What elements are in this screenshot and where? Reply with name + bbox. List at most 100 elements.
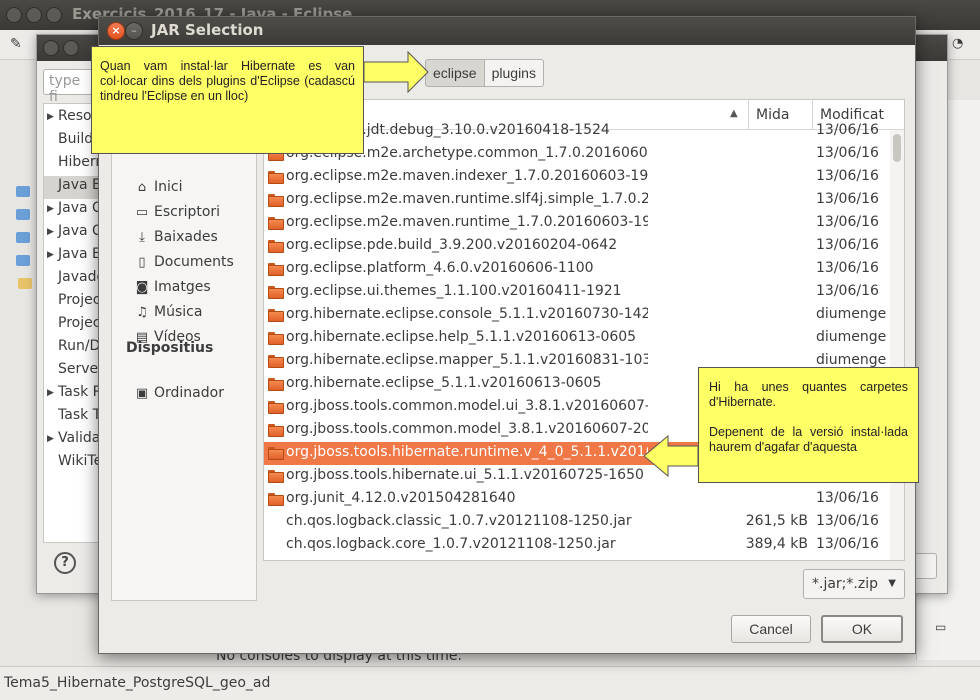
folder-icon — [268, 447, 284, 460]
folder-icon — [268, 470, 284, 483]
file-row[interactable]: org.hibernate.eclipse.console_5.1.1.v201… — [264, 304, 890, 327]
preferences-tree[interactable]: ▶ Resou Builde Hibern Java B ▶ Java C ▶ Java C ▶ J… — [43, 103, 103, 543]
file-row[interactable]: org.eclipse.m2e.maven.indexer_1.7.0.2016… — [264, 166, 890, 189]
place-label: Baixades — [154, 229, 218, 245]
minimize-icon[interactable] — [26, 7, 42, 23]
minimize-icon[interactable] — [63, 40, 79, 56]
file-row[interactable]: org.eclipse.pde.build_3.9.200.v20160204-… — [264, 235, 890, 258]
file-row[interactable]: org.eclipse.m2e.maven.runtime.slf4j.simp… — [264, 189, 890, 212]
place-item[interactable]: ▭ Escriptori — [134, 201, 220, 223]
file-name: org.junit_4.12.0.v201504281640 — [286, 490, 516, 506]
place-item[interactable]: ♫ Música — [134, 301, 202, 323]
place-item[interactable]: ▯ Documents — [134, 251, 233, 273]
file-name: org.hibernate.eclipse.help_5.1.1.v201606… — [286, 329, 637, 345]
expand-arrow-icon[interactable]: ▶ — [47, 388, 54, 398]
file-list[interactable]: Nom ▲ Mida Modificat org.eclipse.jdt.deb… — [263, 99, 905, 561]
preferences-tree-item[interactable]: Java C — [58, 223, 102, 239]
computer-icon: ▣ — [135, 385, 149, 401]
file-name: ch.qos.logback.classic_1.0.7.v20121108-1… — [286, 513, 632, 529]
device-label: Ordinador — [154, 385, 224, 401]
expand-arrow-icon[interactable]: ▶ — [47, 250, 54, 260]
place-item[interactable]: ⌂ Inici — [134, 176, 183, 198]
preferences-tree-item[interactable]: Java B — [58, 177, 102, 193]
place-item[interactable]: ▤ Vídeos — [134, 326, 201, 348]
status-bar: Tema5_Hibernate_PostgreSQL_geo_ad — [0, 666, 980, 700]
folder-icon — [268, 171, 284, 184]
file-filter-select[interactable]: *.jar;*.zip ▼ — [803, 569, 905, 599]
folder-icon — [268, 332, 284, 345]
cancel-button[interactable]: Cancel — [731, 615, 811, 643]
path-segment-plugins[interactable]: plugins — [484, 59, 544, 87]
preferences-tree-item[interactable]: Task T — [58, 407, 101, 423]
preferences-tree-item[interactable]: Projec — [58, 315, 100, 331]
path-bar: eclipse plugins — [425, 59, 544, 87]
expand-arrow-icon[interactable]: ▶ — [47, 112, 54, 122]
folder-icon — [268, 378, 284, 391]
minimize-icon[interactable]: – — [125, 22, 143, 40]
perspective-icon[interactable]: ◔ — [952, 36, 963, 51]
new-icon[interactable]: ✎ — [10, 36, 22, 52]
file-row[interactable]: org.junit_4.12.0.v201504281640 13/06/16 — [264, 488, 890, 511]
file-name: org.eclipse.m2e.maven.runtime_1.7.0.2016… — [286, 214, 648, 230]
file-modified: diumenge — [816, 306, 887, 322]
ok-button[interactable]: OK — [821, 615, 903, 643]
preferences-tree-item[interactable]: Java C — [58, 200, 102, 216]
help-icon[interactable]: ? — [54, 552, 76, 574]
expand-arrow-icon[interactable]: ▶ — [47, 204, 54, 214]
close-icon[interactable] — [43, 40, 59, 56]
preferences-filter-input[interactable]: type fi — [43, 69, 97, 105]
preferences-tree-item[interactable]: Run/D — [58, 338, 100, 354]
path-segment-eclipse[interactable]: eclipse — [425, 59, 485, 87]
preferences-tree-item[interactable]: Javado — [58, 269, 102, 285]
close-icon[interactable] — [6, 7, 22, 23]
preferences-tree-item[interactable]: Java E — [58, 246, 101, 262]
place-item[interactable]: ◙ Imatges — [134, 276, 211, 298]
file-modified: diumenge — [816, 329, 887, 345]
dialog-titlebar: × – JAR Selection — [99, 17, 915, 45]
close-icon[interactable]: × — [107, 22, 125, 40]
preferences-tree-item[interactable]: Hibern — [58, 154, 102, 170]
minimize-view-icon[interactable]: ▭ — [935, 620, 946, 634]
file-row[interactable]: ch.qos.logback.classic_1.0.7.v20121108-1… — [264, 511, 890, 534]
preferences-tree-item[interactable]: WikiTe — [58, 453, 102, 469]
file-row[interactable]: org.eclipse.platform_4.6.0.v20160606-110… — [264, 258, 890, 281]
folder-icon — [268, 309, 284, 322]
file-name: org.eclipse.m2e.maven.indexer_1.7.0.2016… — [286, 168, 648, 184]
dialog-title: JAR Selection — [151, 21, 264, 39]
place-item[interactable]: ⤓ Baixades — [134, 226, 218, 248]
file-modified: 13/06/16 — [816, 513, 879, 529]
file-name: org.jboss.tools.hibernate.runtime.v_4_0_… — [286, 444, 648, 460]
status-text: Tema5_Hibernate_PostgreSQL_geo_ad — [4, 675, 271, 691]
expand-arrow-icon[interactable]: ▶ — [47, 227, 54, 237]
file-name: org.eclipse.pde.build_3.9.200.v20160204-… — [286, 237, 618, 253]
annotation-text: Depenent de la versió instal·lada haurem… — [709, 425, 908, 454]
open-folder-icon — [18, 278, 32, 289]
preferences-tree-item[interactable]: Projec — [58, 292, 100, 308]
preferences-tree-item[interactable]: Valida — [58, 430, 100, 446]
place-label: Inici — [154, 179, 183, 195]
file-row[interactable]: ch.qos.logback.core_1.0.7.v20121108-1250… — [264, 534, 890, 557]
file-name: org.hibernate.eclipse.console_5.1.1.v201… — [286, 306, 648, 322]
file-row[interactable]: org.hibernate.eclipse.help_5.1.1.v201606… — [264, 327, 890, 350]
expand-arrow-icon[interactable]: ▶ — [47, 434, 54, 444]
folder-icon — [16, 209, 30, 220]
scrollbar-thumb[interactable] — [893, 134, 901, 162]
preferences-tree-item[interactable]: Server — [58, 361, 102, 377]
file-row[interactable]: org.eclipse.m2e.maven.runtime_1.7.0.2016… — [264, 212, 890, 235]
maximize-icon[interactable] — [46, 7, 62, 23]
place-label: Imatges — [154, 279, 211, 295]
home-icon: ⌂ — [137, 179, 147, 195]
file-size: 261,5 kB — [745, 513, 808, 529]
file-row[interactable]: org.eclipse.ui.themes_1.1.100.v20160411-… — [264, 281, 890, 304]
folder-icon — [268, 263, 284, 276]
file-modified: 13/06/16 — [816, 536, 879, 552]
device-item[interactable]: ▣ Ordinador — [134, 382, 224, 404]
video-icon: ▤ — [135, 329, 149, 345]
file-modified: 13/06/16 — [816, 122, 879, 138]
annotation-callout-plugins: Quan vam instal·lar Hibernate es van col… — [91, 46, 364, 154]
scrollbar[interactable] — [890, 130, 904, 560]
file-name: ch.qos.logback.core_1.0.7.v20121108-1250… — [286, 536, 616, 552]
file-modified: 13/06/16 — [816, 168, 879, 184]
file-name: org.eclipse.ui.themes_1.1.100.v20160411-… — [286, 283, 622, 299]
preferences-tree-item[interactable]: Task R — [58, 384, 102, 400]
